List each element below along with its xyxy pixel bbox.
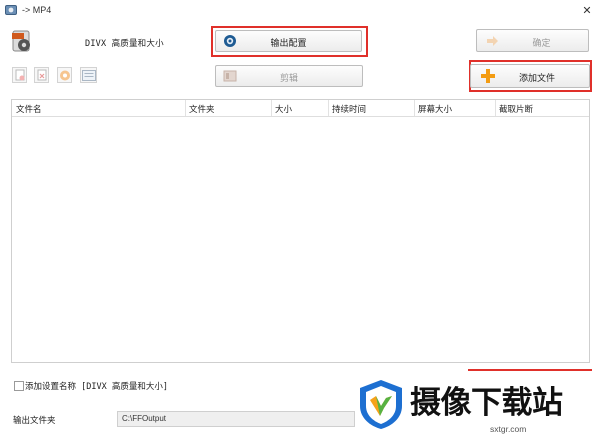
column-folder[interactable]: 文件夹 xyxy=(189,103,215,115)
remove-file-icon xyxy=(15,69,25,81)
watermark-url: sxtgr.com xyxy=(490,424,527,434)
clip-label: 剪辑 xyxy=(279,73,298,83)
info-button[interactable] xyxy=(80,67,97,83)
output-config-label: 输出配置 xyxy=(270,38,307,48)
column-size[interactable]: 大小 xyxy=(275,103,292,115)
output-folder-label: 输出文件夹 xyxy=(13,415,56,425)
add-file-button[interactable]: 添加文件 xyxy=(470,64,590,88)
divx-format-icon xyxy=(12,30,30,52)
clear-list-button[interactable] xyxy=(34,67,49,83)
app-icon xyxy=(5,5,17,15)
ok-button[interactable]: 确定 xyxy=(476,29,589,52)
ok-label: 确定 xyxy=(532,38,551,48)
play-icon xyxy=(60,70,70,81)
table-header: 文件名 文件夹 大小 持续时间 屏幕大小 截取片断 xyxy=(12,100,589,117)
info-icon xyxy=(82,70,96,81)
remove-file-button[interactable] xyxy=(12,67,27,83)
column-clip-segment[interactable]: 截取片断 xyxy=(499,103,533,115)
file-table[interactable]: 文件名 文件夹 大小 持续时间 屏幕大小 截取片断 xyxy=(11,99,590,363)
close-icon[interactable]: ✕ xyxy=(578,2,596,20)
column-filename[interactable]: 文件名 xyxy=(16,103,42,115)
play-button[interactable] xyxy=(57,67,72,83)
brand-logo-icon xyxy=(360,380,402,429)
clip-button[interactable]: 剪辑 xyxy=(215,65,363,87)
watermark-brand: 摄像下载站 xyxy=(410,385,563,421)
add-profile-name-checkbox[interactable] xyxy=(14,381,24,391)
column-screen-size[interactable]: 屏幕大小 xyxy=(418,103,452,115)
output-config-button[interactable]: 输出配置 xyxy=(215,30,362,52)
profile-label: DIVX 高质量和大小 xyxy=(85,39,164,49)
watermark-divider xyxy=(468,369,592,371)
title-bar: -> MP4 ✕ xyxy=(0,0,600,22)
add-file-label: 添加文件 xyxy=(518,73,555,83)
output-folder-field[interactable]: C:\FFOutput xyxy=(117,411,355,427)
window-title: -> MP4 xyxy=(22,5,52,15)
column-duration[interactable]: 持续时间 xyxy=(332,103,366,115)
clear-list-icon xyxy=(37,69,47,81)
add-profile-name-label: 添加设置名称 [DIVX 高质量和大小] xyxy=(25,382,168,392)
